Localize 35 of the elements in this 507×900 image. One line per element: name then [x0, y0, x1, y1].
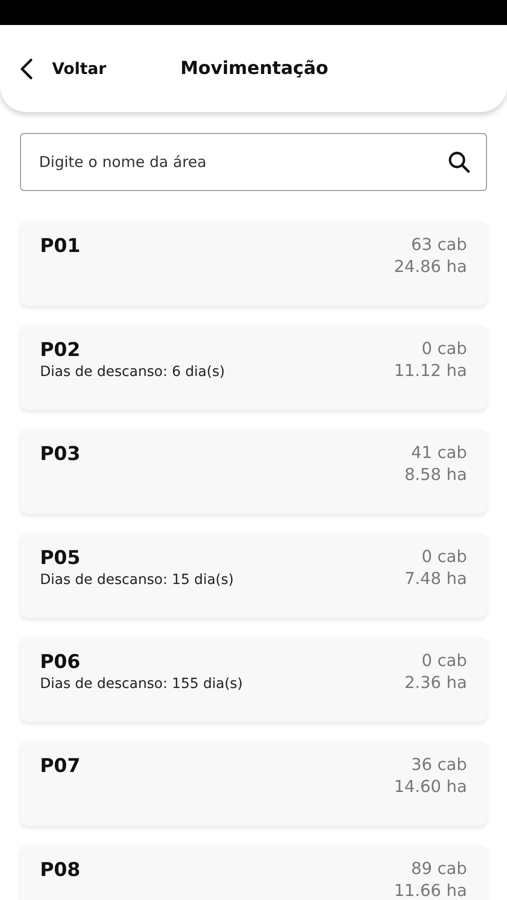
area-size: 14.60 ha — [394, 777, 467, 796]
area-card[interactable]: P05 Dias de descanso: 15 dia(s) 0 cab 7.48 ha — [20, 533, 487, 618]
head-count: 0 cab — [422, 339, 467, 358]
area-card[interactable]: P07 36 cab 14.60 ha — [20, 741, 487, 826]
area-name: P05 — [40, 547, 82, 569]
area-name: P06 — [40, 651, 82, 673]
search-field[interactable]: Digite o nome da área — [20, 133, 487, 191]
area-size: 7.48 ha — [404, 569, 467, 588]
area-size: 11.12 ha — [394, 361, 467, 380]
head-count: 63 cab — [411, 235, 467, 254]
area-card[interactable]: P02 Dias de descanso: 6 dia(s) 0 cab 11.12 ha — [20, 325, 487, 410]
area-name: P03 — [40, 443, 80, 465]
head-count: 41 cab — [411, 443, 467, 462]
area-size: 24.86 ha — [394, 257, 467, 276]
area-name: P07 — [40, 755, 80, 777]
rest-days: Dias de descanso: 6 dia(s) — [40, 364, 225, 380]
area-size: 11.66 ha — [394, 881, 467, 900]
area-card[interactable]: P01 63 cab 24.86 ha — [20, 221, 487, 306]
area-card[interactable]: P06 Dias de descanso: 155 dia(s) 0 cab 2.36 ha — [20, 637, 487, 722]
back-button[interactable]: Voltar — [16, 58, 106, 80]
rest-days: Dias de descanso: 155 dia(s) — [40, 676, 243, 692]
area-name: P02 — [40, 339, 82, 361]
search-icon[interactable] — [447, 150, 471, 174]
area-name: P01 — [40, 235, 80, 257]
page-title: Movimentação — [180, 58, 328, 79]
head-count: 36 cab — [411, 755, 467, 774]
area-size: 2.36 ha — [404, 673, 467, 692]
head-count: 0 cab — [422, 547, 467, 566]
area-card[interactable]: P03 41 cab 8.58 ha — [20, 429, 487, 514]
rest-days: Dias de descanso: 15 dia(s) — [40, 572, 234, 588]
area-name: P08 — [40, 859, 80, 881]
area-size: 8.58 ha — [404, 465, 467, 484]
area-card[interactable]: P08 89 cab 11.66 ha — [20, 845, 487, 900]
head-count: 89 cab — [411, 859, 467, 878]
head-count: 0 cab — [422, 651, 467, 670]
